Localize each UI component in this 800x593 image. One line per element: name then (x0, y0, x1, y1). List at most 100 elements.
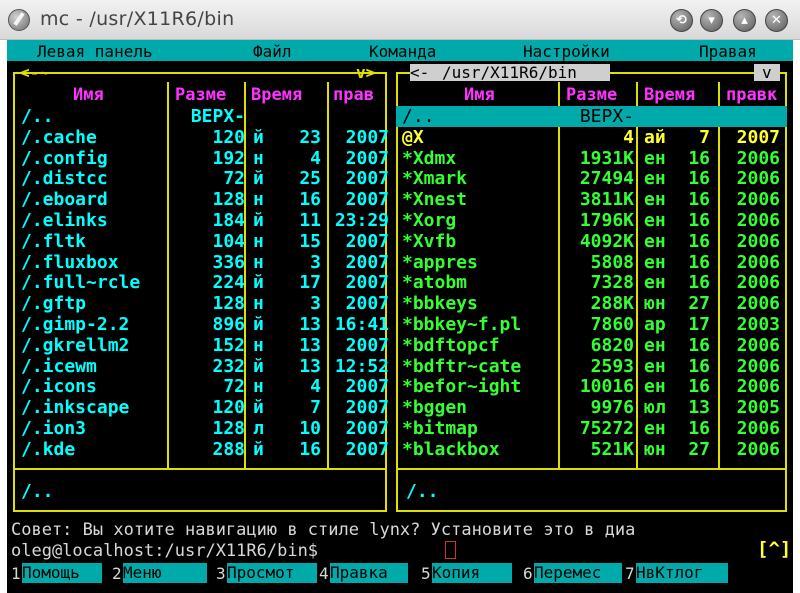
file-row[interactable]: *Xmark 27494 ен 16 2006 (396, 168, 787, 189)
app-logo-icon (8, 9, 30, 31)
left-panel[interactable]: <-~ v> Имя Разме Время прав /.. ВЕРХ-/.ca… (7, 61, 395, 512)
file-size: 336 (212, 251, 245, 273)
menu-left-panel[interactable]: Левая панель (37, 42, 153, 61)
file-mon: юн (644, 438, 666, 460)
file-row[interactable]: *Xvfb 4092K ен 16 2006 (396, 231, 787, 252)
file-mon: ен (644, 147, 666, 169)
file-row[interactable]: *blackbox 521K юн 27 2006 (396, 439, 787, 460)
menu-settings[interactable]: Настройки (523, 42, 610, 61)
file-row[interactable]: /.icewm 232 й 13 12:52 (13, 355, 389, 377)
file-mon: й (253, 168, 264, 190)
right-header-name[interactable]: Имя (464, 85, 495, 105)
right-panel-back-icon[interactable]: <- (410, 63, 429, 82)
shade-window-icon[interactable]: ⟲ (670, 9, 693, 32)
file-row[interactable]: /.inkscape 120 й 7 2007 (13, 397, 389, 419)
file-year: 2007 (345, 147, 389, 169)
left-header-size[interactable]: Разме (175, 85, 226, 105)
file-row[interactable]: *bitmap 75272 ен 16 2006 (396, 418, 787, 439)
file-row[interactable]: /.fluxbox 336 н 3 2007 (13, 251, 389, 273)
file-row[interactable]: *bbkey~f.pl 7860 ар 17 2003 (396, 314, 787, 335)
file-year: 2007 (345, 126, 389, 148)
fkey-num: 1 (11, 564, 21, 583)
file-name: /.inkscape (21, 397, 130, 419)
file-row[interactable]: *bdftopcf 6820 ен 16 2006 (396, 335, 787, 356)
file-size: 288K (590, 293, 634, 315)
terminal[interactable]: Левая панель Файл Команда Настройки Прав… (7, 40, 793, 593)
file-day: 13 (299, 334, 321, 356)
right-panel-path[interactable]: /usr/X11R6/bin (442, 63, 577, 82)
file-name: *bdftopcf (402, 334, 500, 356)
file-row[interactable]: *appres 5808 ен 16 2006 (396, 252, 787, 273)
file-size: 128 (212, 189, 245, 211)
file-row[interactable]: @X 4 ай 7 2007 (396, 127, 787, 148)
file-row[interactable]: /.. ВЕРХ- (13, 106, 383, 127)
left-panel-arrow-icon[interactable]: v> (356, 63, 375, 82)
file-mon: н (253, 189, 264, 211)
file-row[interactable]: /.gimp-2.2 896 й 13 16:41 (13, 314, 389, 335)
file-row[interactable]: *Xnest 3811K ен 16 2006 (396, 189, 787, 210)
fkey-label: Меню (123, 563, 207, 583)
file-name: /.gkrellm2 (21, 334, 130, 356)
file-size: 120 (212, 397, 245, 419)
file-year: 2006 (736, 438, 780, 460)
file-size: 120 (212, 126, 245, 148)
maximize-window-icon[interactable]: ▴ (733, 9, 756, 32)
file-row[interactable]: *befor~ight 10016 ен 16 2006 (396, 376, 787, 397)
close-window-icon[interactable]: ✕ (765, 9, 788, 32)
file-mon: й (253, 314, 264, 335)
menu-file[interactable]: Файл (253, 42, 292, 61)
right-panel[interactable]: <- /usr/X11R6/bin v Имя Разме Время прав… (396, 61, 793, 512)
file-row[interactable]: /.ion3 128 л 10 2007 (13, 418, 389, 439)
file-day: 4 (310, 147, 321, 169)
file-year: 2007 (736, 126, 780, 148)
file-size: 5808 (590, 251, 634, 273)
file-row[interactable]: /.gkrellm2 152 н 13 2007 (13, 334, 389, 356)
command-history-button[interactable]: [^] (757, 538, 791, 560)
file-row[interactable]: /.icons 72 н 4 2007 (13, 376, 389, 397)
file-row[interactable]: *bdftr~cate 2593 ен 16 2006 (396, 356, 787, 377)
file-row[interactable]: *atobm 7328 ен 16 2006 (396, 272, 787, 293)
file-row[interactable]: /.. ВЕРХ- (396, 106, 787, 127)
file-name: /.fluxbox (21, 251, 119, 273)
file-row[interactable]: /.cache 120 й 23 2007 (13, 126, 389, 148)
menu-right-panel[interactable]: Правая (699, 42, 757, 61)
file-row[interactable]: /.kde 288 й 16 2007 (13, 439, 389, 460)
file-year: 2005 (736, 397, 780, 419)
right-panel-arrow-icon[interactable]: v (762, 63, 772, 82)
file-row[interactable]: /.eboard 128 н 16 2007 (13, 189, 389, 211)
file-row[interactable]: *Xorg 1796K ен 16 2006 (396, 210, 787, 231)
file-day: 11 (299, 210, 321, 231)
file-row[interactable]: *Xdmx 1931K ен 16 2006 (396, 148, 787, 169)
left-header-name[interactable]: Имя (73, 85, 104, 105)
file-mon: ен (644, 168, 666, 190)
file-row[interactable]: /.gftp 128 н 3 2007 (13, 293, 389, 315)
file-row[interactable]: /.full~rcle 224 й 17 2007 (13, 272, 389, 294)
file-year: 2007 (345, 397, 389, 419)
right-header-perm[interactable]: правк (726, 85, 777, 105)
file-mon: л (253, 418, 264, 439)
file-row[interactable]: /.distcc 72 й 25 2007 (13, 168, 389, 190)
file-row[interactable]: /.config 192 н 4 2007 (13, 147, 389, 169)
file-name: /.config (21, 147, 108, 169)
file-size: 128 (212, 293, 245, 315)
command-cursor[interactable] (445, 541, 456, 559)
right-header-time[interactable]: Время (644, 85, 695, 105)
left-panel-path[interactable]: <-~ (20, 63, 49, 82)
file-mon: ен (644, 376, 666, 398)
right-header-size[interactable]: Разме (566, 85, 617, 105)
file-size: 152 (212, 334, 245, 356)
minimize-window-icon[interactable]: ▾ (700, 9, 723, 32)
shell-prompt[interactable]: oleg@localhost:/usr/X11R6/bin$ (11, 541, 318, 561)
file-row[interactable]: /.elinks 184 й 11 23:29 (13, 210, 389, 231)
file-row[interactable]: *bggen 9976 юл 13 2005 (396, 397, 787, 418)
left-header-perm[interactable]: прав (333, 85, 374, 105)
file-year: 2007 (345, 189, 389, 211)
file-row[interactable]: /.fltk 104 н 15 2007 (13, 231, 389, 252)
file-name: /.. (402, 106, 435, 127)
left-header-time[interactable]: Время (251, 85, 302, 105)
menu-command[interactable]: Команда (369, 42, 436, 61)
file-name: /.full~rcle (21, 272, 141, 294)
file-row[interactable]: *bbkeys 288K юн 27 2006 (396, 293, 787, 314)
window-titlebar: mc - /usr/X11R6/bin ⟲ ▾ ▴ ✕ (0, 0, 800, 40)
file-mon: й (253, 355, 264, 377)
